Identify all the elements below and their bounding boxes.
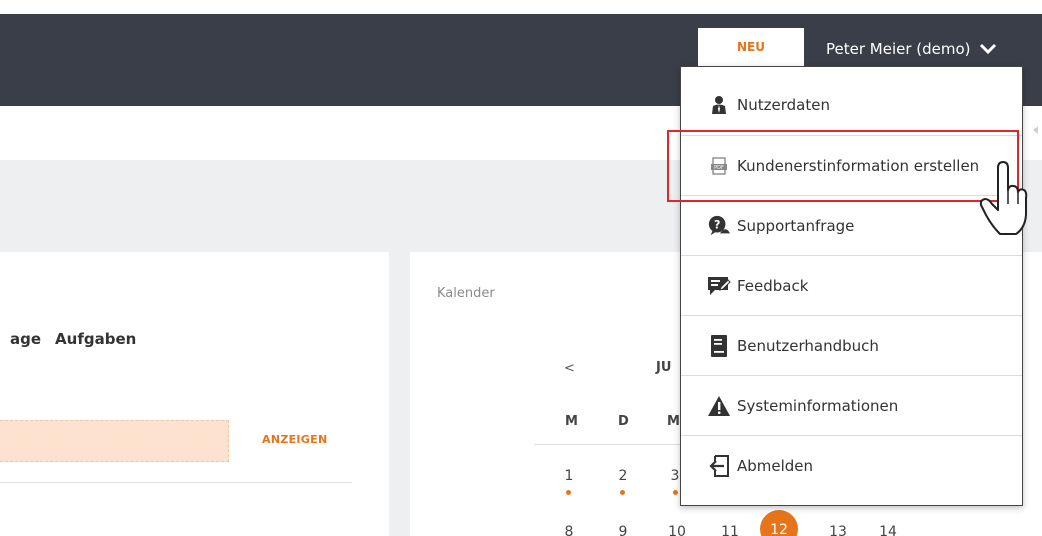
calendar-prev-button[interactable]: <: [564, 361, 575, 376]
calendar-divider: [534, 444, 684, 445]
hand-cursor-icon: [979, 161, 1028, 235]
book-icon: [707, 334, 731, 358]
menu-item-nutzerdaten[interactable]: Nutzerdaten: [681, 75, 1022, 135]
menu-item-benutzerhandbuch[interactable]: Benutzerhandbuch: [681, 315, 1022, 375]
highlight-box: [667, 130, 1019, 202]
menu-item-label: Systeminformationen: [737, 396, 899, 415]
calendar-day[interactable]: 1: [559, 468, 579, 484]
menu-item-feedback[interactable]: Feedback: [681, 255, 1022, 315]
calendar-title: Kalender: [437, 286, 495, 301]
user-icon: [707, 93, 731, 117]
menu-item-label: Benutzerhandbuch: [737, 336, 879, 355]
menu-item-systeminformationen[interactable]: Systeminformationen: [681, 375, 1022, 435]
tab-bar: age Aufgaben: [10, 330, 136, 348]
event-dot: [673, 490, 678, 495]
menu-item-abmelden[interactable]: Abmelden: [681, 435, 1022, 495]
calendar-day[interactable]: 13: [828, 524, 848, 536]
calendar-day[interactable]: 9: [613, 524, 633, 536]
user-menu-toggle[interactable]: Peter Meier (demo): [826, 36, 997, 62]
menu-item-label: Abmelden: [737, 456, 814, 475]
left-panel: [0, 252, 389, 536]
menu-item-supportanfrage[interactable]: ? Supportanfrage: [681, 195, 1022, 255]
warning-icon: [707, 394, 731, 418]
info-box: [0, 420, 229, 462]
weekday-label: M: [667, 414, 680, 429]
user-name: Peter Meier (demo): [826, 40, 971, 58]
divider: [0, 482, 352, 483]
event-dot: [566, 490, 571, 495]
weekday-label: M: [565, 414, 578, 429]
calendar-day[interactable]: 14: [878, 524, 898, 536]
svg-text:?: ?: [714, 218, 720, 231]
tab-partial[interactable]: age: [10, 330, 41, 348]
show-link[interactable]: ANZEIGEN: [262, 433, 327, 446]
logout-icon: [707, 454, 731, 478]
calendar-month: JU: [656, 360, 672, 375]
menu-item-label: Supportanfrage: [737, 216, 855, 235]
menu-item-label: Feedback: [737, 276, 809, 295]
tab-aufgaben[interactable]: Aufgaben: [55, 330, 136, 348]
feedback-icon: [707, 274, 731, 298]
weekday-label: D: [618, 414, 629, 429]
arrow-left-icon[interactable]: [1030, 124, 1042, 136]
event-dot: [620, 490, 625, 495]
support-icon: ?: [707, 214, 731, 238]
chevron-down-icon: [979, 43, 996, 55]
calendar-day[interactable]: 8: [559, 524, 579, 536]
calendar-day[interactable]: 2: [613, 468, 633, 484]
new-badge-button[interactable]: NEU: [698, 28, 804, 66]
calendar-day[interactable]: 11: [720, 524, 740, 536]
menu-item-label: Nutzerdaten: [737, 96, 830, 114]
calendar-day[interactable]: 10: [667, 524, 687, 536]
new-badge-label: NEU: [737, 40, 765, 54]
